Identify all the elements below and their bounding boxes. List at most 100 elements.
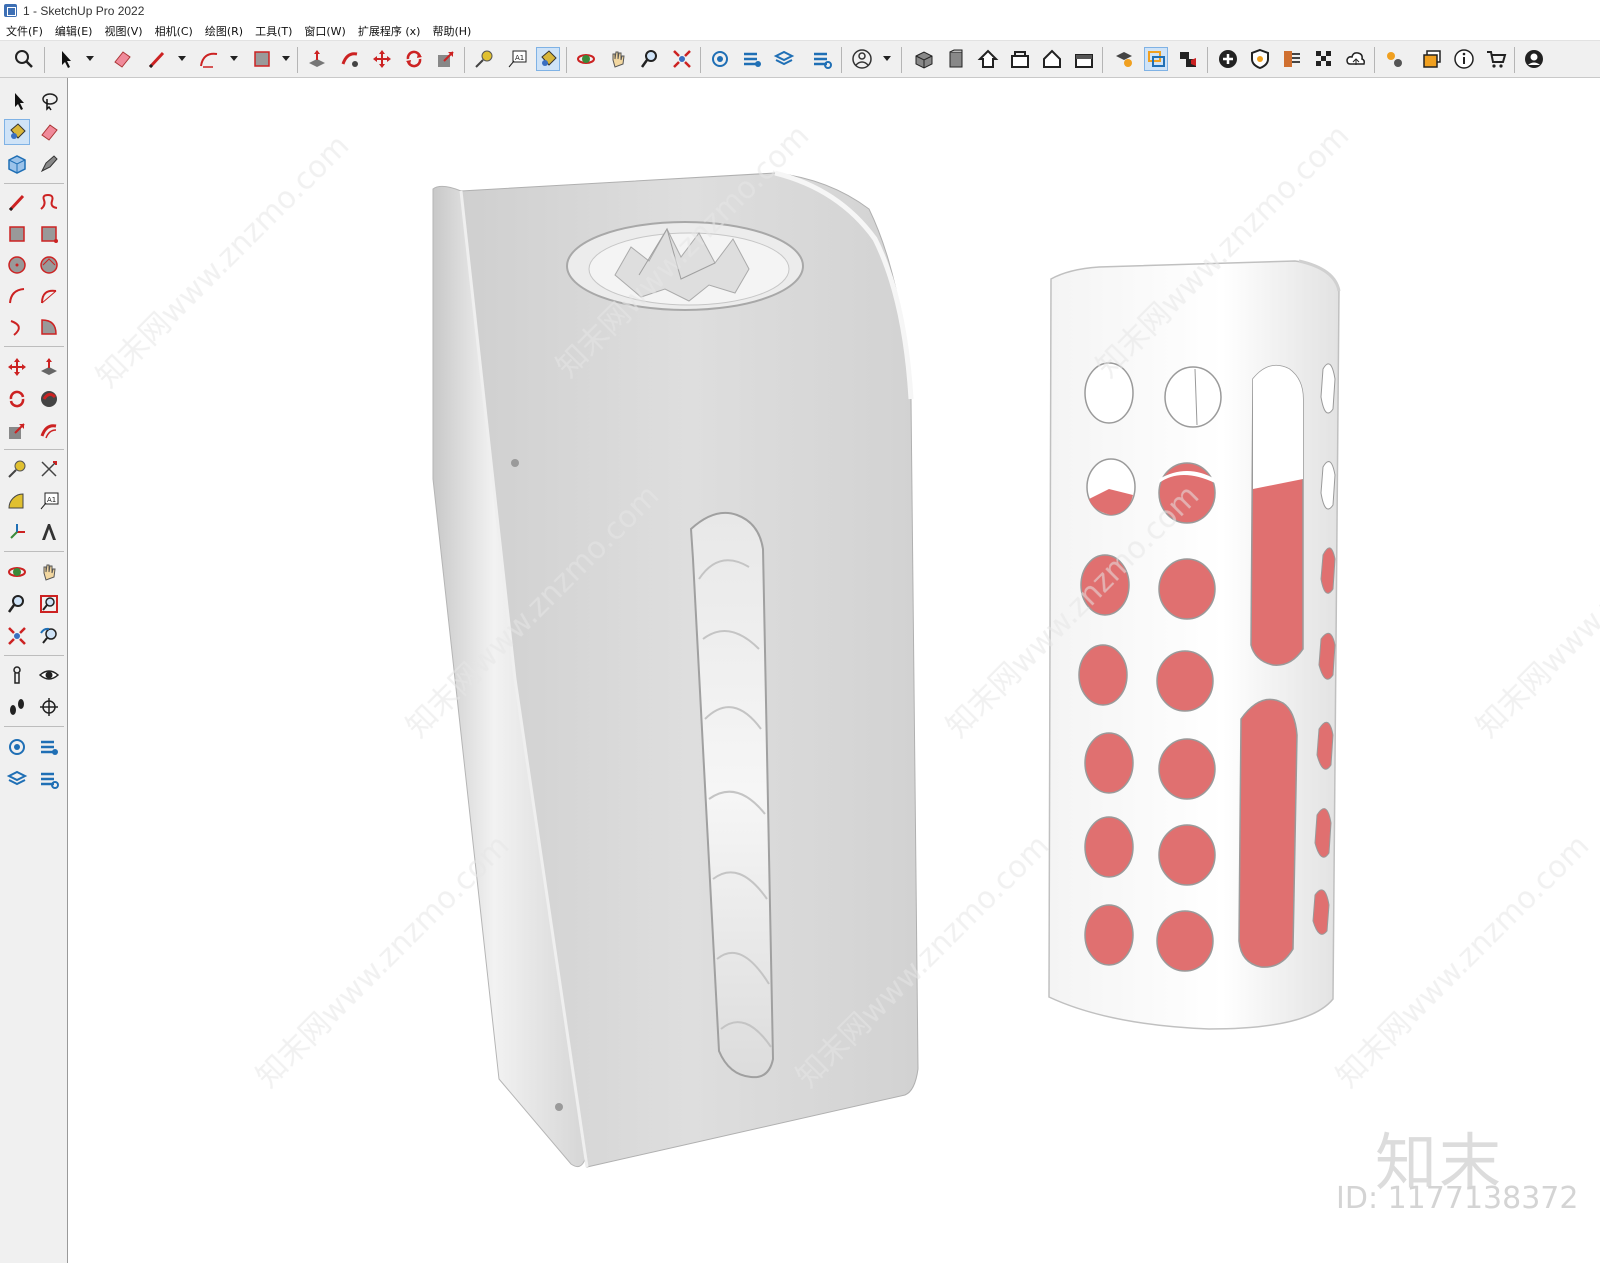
- pie-icon[interactable]: [36, 314, 62, 340]
- warehouse-icon[interactable]: [1420, 47, 1444, 71]
- outliner-icon[interactable]: [708, 47, 732, 71]
- tag-tool-icon[interactable]: [36, 151, 62, 177]
- section-icon[interactable]: [1144, 47, 1168, 71]
- walk-icon[interactable]: [4, 694, 30, 720]
- axes-icon[interactable]: [4, 519, 30, 545]
- extensions-icon[interactable]: [1382, 47, 1406, 71]
- push-pull-icon[interactable]: [36, 354, 62, 380]
- look-around-icon[interactable]: [36, 662, 62, 688]
- component-icon[interactable]: [4, 151, 30, 177]
- zoom-window-icon[interactable]: [670, 47, 694, 71]
- pencil-icon[interactable]: [145, 47, 169, 71]
- info-icon[interactable]: [1452, 47, 1476, 71]
- rotate-icon[interactable]: [402, 47, 426, 71]
- position-camera-icon[interactable]: [4, 662, 30, 688]
- rotate-icon[interactable]: [4, 386, 30, 412]
- 3d-text-icon[interactable]: [36, 519, 62, 545]
- model-viewport[interactable]: 知末网www.znzmo.com 知末网www.znzmo.com 知末网www…: [69, 79, 1600, 1263]
- rotated-rectangle-icon[interactable]: [36, 221, 62, 247]
- dimension-icon[interactable]: [36, 456, 62, 482]
- select-icon[interactable]: [6, 88, 32, 114]
- orbit-icon[interactable]: [4, 559, 30, 585]
- styles-icon[interactable]: [810, 47, 834, 71]
- select-icon[interactable]: [55, 47, 79, 71]
- tape-measure-icon[interactable]: [4, 456, 30, 482]
- account-icon[interactable]: [850, 47, 874, 71]
- pencil-dropdown-icon[interactable]: [178, 56, 186, 61]
- menu-view[interactable]: 视图(V): [104, 23, 142, 39]
- two-point-arc-icon[interactable]: [36, 283, 62, 309]
- orbit-icon[interactable]: [574, 47, 598, 71]
- protractor-icon[interactable]: [4, 488, 30, 514]
- menu-extensions[interactable]: 扩展程序 (x): [358, 23, 421, 39]
- materials-icon[interactable]: [1280, 47, 1304, 71]
- menu-edit[interactable]: 编辑(E): [55, 23, 93, 39]
- profile-icon[interactable]: [1522, 47, 1546, 71]
- paint-bucket-icon[interactable]: [536, 47, 560, 71]
- scale-icon[interactable]: [434, 47, 458, 71]
- previous-view-icon[interactable]: [36, 623, 62, 649]
- offset-icon[interactable]: [36, 418, 62, 444]
- tape-measure-icon[interactable]: [472, 47, 496, 71]
- styles-icon[interactable]: [36, 766, 62, 792]
- layers-icon[interactable]: [4, 766, 30, 792]
- menu-camera[interactable]: 相机(C): [155, 23, 193, 39]
- polygon-icon[interactable]: [36, 252, 62, 278]
- eraser-icon[interactable]: [110, 47, 134, 71]
- front-view-icon[interactable]: [944, 47, 968, 71]
- line-icon[interactable]: [4, 189, 30, 215]
- freehand-icon[interactable]: [36, 189, 62, 215]
- cart-icon[interactable]: [1484, 47, 1508, 71]
- menu-draw[interactable]: 绘图(R): [205, 23, 243, 39]
- zoom-extents-icon[interactable]: [12, 47, 36, 71]
- zoom-window-icon[interactable]: [36, 591, 62, 617]
- eraser-icon[interactable]: [36, 119, 62, 145]
- cloud-icon[interactable]: [1344, 47, 1368, 71]
- pan-icon[interactable]: [606, 47, 630, 71]
- zoom-icon[interactable]: [4, 591, 30, 617]
- scale-icon[interactable]: [4, 418, 30, 444]
- solid-tools-icon[interactable]: [1112, 47, 1136, 71]
- move-icon[interactable]: [4, 354, 30, 380]
- layers-icon[interactable]: [772, 47, 796, 71]
- tags-icon[interactable]: [740, 47, 764, 71]
- zoom-icon[interactable]: [638, 47, 662, 71]
- menu-tools[interactable]: 工具(T): [255, 23, 292, 39]
- paint-bucket-icon[interactable]: [4, 119, 30, 145]
- section-plane-icon[interactable]: [36, 694, 62, 720]
- checker-icon[interactable]: [1312, 47, 1336, 71]
- outliner-icon[interactable]: [4, 734, 30, 760]
- menu-window[interactable]: 窗口(W): [304, 23, 345, 39]
- rectangle-icon[interactable]: [4, 221, 30, 247]
- text-icon[interactable]: A1: [36, 488, 62, 514]
- text-icon[interactable]: A1: [505, 47, 529, 71]
- rectangle-dropdown-icon[interactable]: [282, 56, 290, 61]
- arc-icon[interactable]: [197, 47, 221, 71]
- arc-icon[interactable]: [4, 283, 30, 309]
- tags-icon[interactable]: [36, 734, 62, 760]
- arc-dropdown-icon[interactable]: [230, 56, 238, 61]
- circle-icon[interactable]: [4, 252, 30, 278]
- rectangle-icon[interactable]: [250, 47, 274, 71]
- pan-icon[interactable]: [36, 559, 62, 585]
- lasso-select-icon[interactable]: [36, 88, 62, 114]
- top-view-icon[interactable]: [1008, 47, 1032, 71]
- back-view-icon[interactable]: [1040, 47, 1064, 71]
- menu-help[interactable]: 帮助(H): [432, 23, 471, 39]
- move-icon[interactable]: [370, 47, 394, 71]
- model-scene: 知末网www.znzmo.com 知末网www.znzmo.com 知末网www…: [90, 118, 1600, 1168]
- account-dropdown-icon[interactable]: [883, 56, 891, 61]
- right-view-icon[interactable]: [1072, 47, 1096, 71]
- iso-view-icon[interactable]: [912, 47, 936, 71]
- home-view-icon[interactable]: [976, 47, 1000, 71]
- zoom-extents-icon[interactable]: [4, 623, 30, 649]
- select-dropdown-icon[interactable]: [86, 56, 94, 61]
- add-location-icon[interactable]: [1216, 47, 1240, 71]
- three-point-arc-icon[interactable]: [4, 314, 30, 340]
- push-pull-icon[interactable]: [305, 47, 329, 71]
- follow-me-icon[interactable]: [338, 47, 362, 71]
- scene-camera-icon[interactable]: [1176, 47, 1200, 71]
- menu-file[interactable]: 文件(F): [6, 23, 43, 39]
- shield-icon[interactable]: [1248, 47, 1272, 71]
- follow-me-icon[interactable]: [36, 386, 62, 412]
